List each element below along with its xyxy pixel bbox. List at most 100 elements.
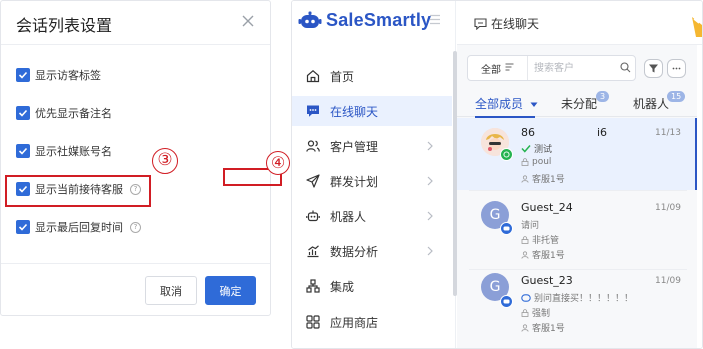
caret-down-icon [530,102,538,107]
conversation-item[interactable]: 86 i6 11/13 测试 poul 客服1号 [457,118,697,190]
chevron-right-icon [427,176,433,186]
nav-label: 数据分析 [330,245,379,259]
last-message: 请问 [521,221,540,231]
last-message: 测试 [521,142,552,155]
tab-label: 机器人 [633,97,670,111]
conversation-time: 11/09 [655,276,681,286]
nav-item-broadcast-plan[interactable]: 群发计划 [292,166,452,196]
logo[interactable]: SaleSmartly [298,10,431,31]
more-icon [672,67,681,70]
apps-icon [306,315,320,329]
search-bar: 全部 [467,55,636,81]
conversation-list: 全部 全部成员 未分 [457,45,697,348]
person-icon [521,174,529,183]
checkbox-checked-icon[interactable] [16,106,30,120]
nav-label: 客户管理 [330,140,379,154]
more-options-button[interactable] [667,59,686,78]
nav-label: 在线聊天 [330,105,379,119]
tab-label: 未分配 [561,97,598,111]
nav-label: 群发计划 [330,175,379,189]
filter-label: 全部 [481,64,501,76]
nav-label: 应用商店 [330,316,379,330]
chat-bubble-icon [521,293,531,302]
chat-channel-icon [500,295,513,308]
tab-all-members[interactable]: 全部成员 [475,95,538,112]
unassigned-count-badge: 3 [596,91,610,102]
cancel-button[interactable]: 取消 [145,276,197,305]
option-show-visitor-tags[interactable]: 显示访客标签 [16,66,101,84]
highlight-box [5,175,151,207]
nav-label: 机器人 [330,210,367,224]
contact-name: Guest_24 [521,201,573,214]
sidebar: SaleSmartly 首页 在线聊天 客户管理 群发计划 机器人 数据分析 集… [292,1,457,348]
option-show-social-account-name[interactable]: 显示社媒账号名 [16,142,112,160]
contact-name: Guest_23 [521,274,573,287]
check-icon [521,145,531,153]
option-label: 显示社媒账号名 [35,145,112,158]
dialog-footer: 取消 确定 [1,263,270,317]
member-tabs: 全部成员 未分配 3 机器人 15 [457,89,697,118]
nav-item-robot[interactable]: 机器人 [292,201,452,231]
menu-collapse-icon[interactable] [429,14,441,25]
send-icon [306,174,320,188]
help-icon[interactable]: ? [130,221,141,233]
nav-label: 集成 [330,280,355,294]
main-panel: 在线聊天 全部 搜索客户 全部成员 未分配 3 机器人 15 86 i6 11/… [457,1,702,348]
filter-funnel-button[interactable] [644,59,663,78]
dialog-header: 会话列表设置 [1,1,270,45]
option-show-last-reply-time[interactable]: 显示最后回复时间 ? [16,218,141,236]
nav-item-online-chat[interactable]: 在线聊天 [292,96,452,126]
logo-icon [298,11,322,28]
checkbox-checked-icon[interactable] [16,68,30,82]
lock-icon [521,158,529,166]
nav-item-home[interactable]: 首页 [292,61,452,91]
last-message: 别问直接买！！！！！！ [521,291,633,304]
page-title: 在线聊天 [474,15,539,32]
tab-label: 全部成员 [475,97,524,111]
conversation-item[interactable]: G Guest_23 11/09 别问直接买！！！！！！ 强制 客服1号 [457,270,697,348]
person-icon [521,323,529,332]
dialog-title: 会话列表设置 [16,16,113,35]
chat-channel-icon [500,222,513,235]
chat-icon [307,105,319,117]
nav-item-integration[interactable]: 集成 [292,271,452,301]
option-label: 优先显示备注名 [35,107,112,120]
step-marker-3: ③ [152,148,178,174]
conversation-item[interactable]: G Guest_24 11/09 请问 非托管 客服1号 [457,191,697,269]
robot-count-badge: 15 [667,91,686,102]
confirm-button[interactable]: 确定 [205,276,256,305]
conversation-list-settings-dialog: 会话列表设置 显示访客标签 优先显示备注名 显示社媒账号名 显示当前接待客服 ? [0,0,271,316]
contact-name: 86 i6 [521,126,608,139]
person-icon [521,250,529,259]
whatsapp-icon [500,148,513,161]
robot-icon [306,210,320,222]
agent-line: 客服1号 [521,248,565,261]
checkbox-checked-icon[interactable] [16,220,30,234]
funnel-icon [649,64,658,73]
filter-lines-icon [505,63,514,74]
lock-icon [521,235,529,244]
nav-item-data-analysis[interactable]: 数据分析 [292,236,452,266]
gift-icon[interactable] [690,15,702,37]
close-icon[interactable] [239,12,257,30]
chevron-right-icon [427,211,433,221]
filter-dropdown[interactable]: 全部 [468,56,528,80]
integration-icon [306,279,320,293]
nav-item-customer-management[interactable]: 客户管理 [292,131,452,161]
nav-label: 首页 [330,70,355,84]
conversation-time: 11/09 [655,203,681,213]
search-input[interactable] [534,58,614,78]
search-icon[interactable] [620,62,631,73]
option-label: 显示最后回复时间 [35,221,123,234]
chevron-right-icon [427,246,433,256]
nav-item-app-store[interactable]: 应用商店 [292,307,452,337]
account-line: poul [521,157,551,167]
users-icon [306,140,320,152]
tab-robot[interactable]: 机器人 [633,95,669,112]
checkbox-checked-icon[interactable] [16,144,30,158]
option-prefer-remark-name[interactable]: 优先显示备注名 [16,104,112,122]
account-line: 非托管 [521,233,559,246]
tab-unassigned[interactable]: 未分配 [561,95,597,112]
chart-icon [307,245,319,258]
chevron-right-icon [427,141,433,151]
